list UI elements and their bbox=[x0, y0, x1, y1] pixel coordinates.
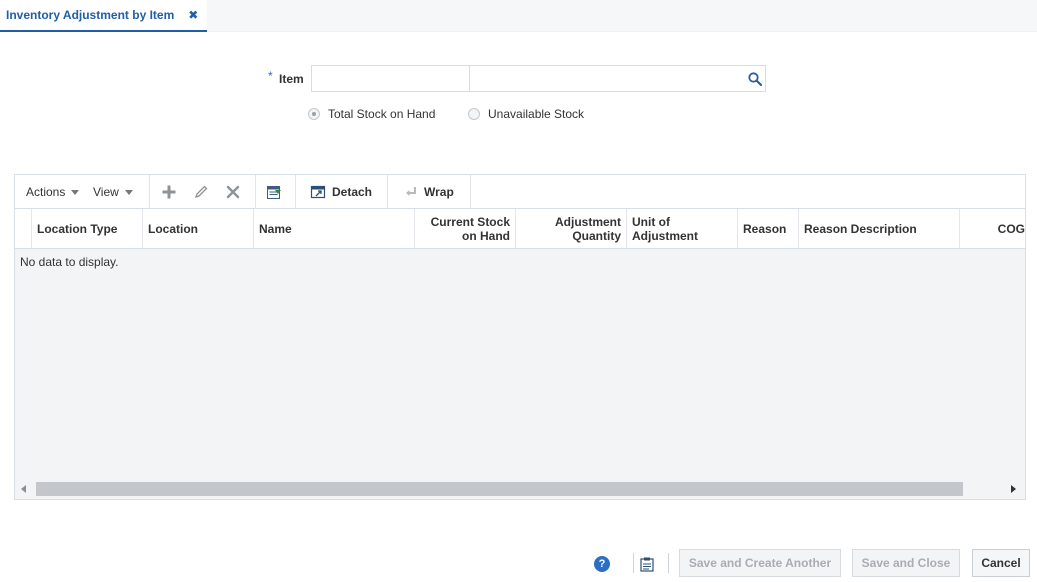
scrollbar-thumb[interactable] bbox=[36, 482, 963, 496]
col-unit-of-adjustment-line1: Unit of bbox=[632, 215, 670, 229]
col-adjustment-quantity-line1: Adjustment bbox=[555, 215, 621, 229]
col-adjustment-quantity-label: Adjustment Quantity bbox=[555, 215, 621, 243]
row-selector-header bbox=[15, 209, 31, 248]
clipboard-icon[interactable] bbox=[639, 556, 655, 572]
radio-circle[interactable] bbox=[468, 108, 480, 120]
col-name-label: Name bbox=[259, 222, 292, 236]
chevron-down-icon bbox=[71, 189, 80, 195]
add-icon[interactable] bbox=[161, 184, 177, 200]
col-reason-description-label: Reason Description bbox=[804, 222, 917, 236]
radio-total-stock-label: Total Stock on Hand bbox=[328, 107, 436, 121]
export-icon[interactable] bbox=[266, 184, 282, 200]
col-cogs[interactable]: COG bbox=[959, 209, 1025, 248]
footer-divider bbox=[668, 553, 669, 573]
horizontal-scrollbar[interactable] bbox=[15, 479, 1025, 499]
col-location-label: Location bbox=[148, 222, 198, 236]
actions-menu[interactable]: Actions bbox=[26, 175, 80, 209]
table-header: Location Type Location Name Current Stoc… bbox=[15, 209, 1025, 249]
tab-inventory-adjustment[interactable]: Inventory Adjustment by Item ✖ bbox=[0, 0, 207, 32]
delete-icon[interactable] bbox=[225, 184, 241, 200]
tab-title: Inventory Adjustment by Item bbox=[6, 8, 175, 22]
detach-button[interactable]: Detach bbox=[310, 175, 372, 209]
col-adjustment-quantity-line2: Quantity bbox=[572, 229, 621, 243]
col-unit-of-adjustment[interactable]: Unit of Adjustment bbox=[626, 209, 737, 248]
close-icon[interactable]: ✖ bbox=[188, 8, 198, 22]
col-reason-description[interactable]: Reason Description bbox=[798, 209, 959, 248]
cancel-button[interactable]: Cancel bbox=[972, 549, 1030, 577]
item-description-input[interactable] bbox=[469, 65, 766, 92]
actions-label: Actions bbox=[26, 185, 66, 199]
col-current-stock-label: Current Stock on Hand bbox=[431, 215, 510, 243]
col-location[interactable]: Location bbox=[142, 209, 253, 248]
col-location-type[interactable]: Location Type bbox=[31, 209, 142, 248]
detach-icon bbox=[310, 185, 326, 199]
radio-unavailable-stock[interactable]: Unavailable Stock bbox=[468, 107, 584, 121]
toolbar-divider bbox=[149, 175, 150, 209]
item-input[interactable] bbox=[311, 65, 469, 92]
col-current-stock[interactable]: Current Stock on Hand bbox=[414, 209, 515, 248]
radio-circle[interactable] bbox=[308, 108, 320, 120]
adjustment-table-panel: Actions View Detach Wrap Location Type L… bbox=[14, 174, 1026, 500]
toolbar-divider bbox=[295, 175, 296, 209]
edit-icon[interactable] bbox=[193, 184, 209, 200]
col-name[interactable]: Name bbox=[253, 209, 414, 248]
col-current-stock-line1: Current Stock bbox=[430, 215, 510, 229]
save-and-close-button[interactable]: Save and Close bbox=[852, 549, 960, 577]
item-label: Item bbox=[279, 72, 304, 86]
chevron-down-icon bbox=[124, 189, 133, 195]
scroll-left-icon[interactable] bbox=[21, 485, 26, 493]
col-reason-label: Reason bbox=[743, 222, 787, 236]
help-icon[interactable]: ? bbox=[594, 556, 610, 572]
empty-message: No data to display. bbox=[20, 255, 119, 269]
save-and-create-another-button[interactable]: Save and Create Another bbox=[679, 549, 841, 577]
footer-divider bbox=[633, 553, 634, 573]
wrap-label: Wrap bbox=[424, 185, 454, 199]
toolbar-divider bbox=[387, 175, 388, 209]
col-cogs-label: COG bbox=[997, 222, 1025, 236]
wrap-button[interactable]: Wrap bbox=[404, 175, 454, 209]
wrap-icon bbox=[406, 187, 416, 196]
scroll-right-icon[interactable] bbox=[1011, 485, 1016, 493]
col-location-type-label: Location Type bbox=[37, 222, 118, 236]
required-marker: * bbox=[268, 69, 273, 83]
tab-bar: Inventory Adjustment by Item ✖ bbox=[0, 0, 1037, 32]
col-unit-of-adjustment-label: Unit of Adjustment bbox=[632, 215, 698, 243]
radio-unavailable-stock-label: Unavailable Stock bbox=[488, 107, 585, 121]
toolbar-divider bbox=[255, 175, 256, 209]
col-reason[interactable]: Reason bbox=[737, 209, 798, 248]
table-toolbar: Actions View Detach Wrap bbox=[15, 175, 1025, 209]
view-label: View bbox=[93, 185, 119, 199]
detach-label: Detach bbox=[332, 185, 373, 199]
col-current-stock-line2: on Hand bbox=[462, 229, 510, 243]
search-icon[interactable] bbox=[747, 71, 763, 87]
col-unit-of-adjustment-line2: Adjustment bbox=[632, 229, 698, 243]
toolbar-divider bbox=[470, 175, 471, 209]
view-menu[interactable]: View bbox=[93, 175, 133, 209]
col-adjustment-quantity[interactable]: Adjustment Quantity bbox=[515, 209, 626, 248]
radio-total-stock[interactable]: Total Stock on Hand bbox=[308, 107, 435, 121]
